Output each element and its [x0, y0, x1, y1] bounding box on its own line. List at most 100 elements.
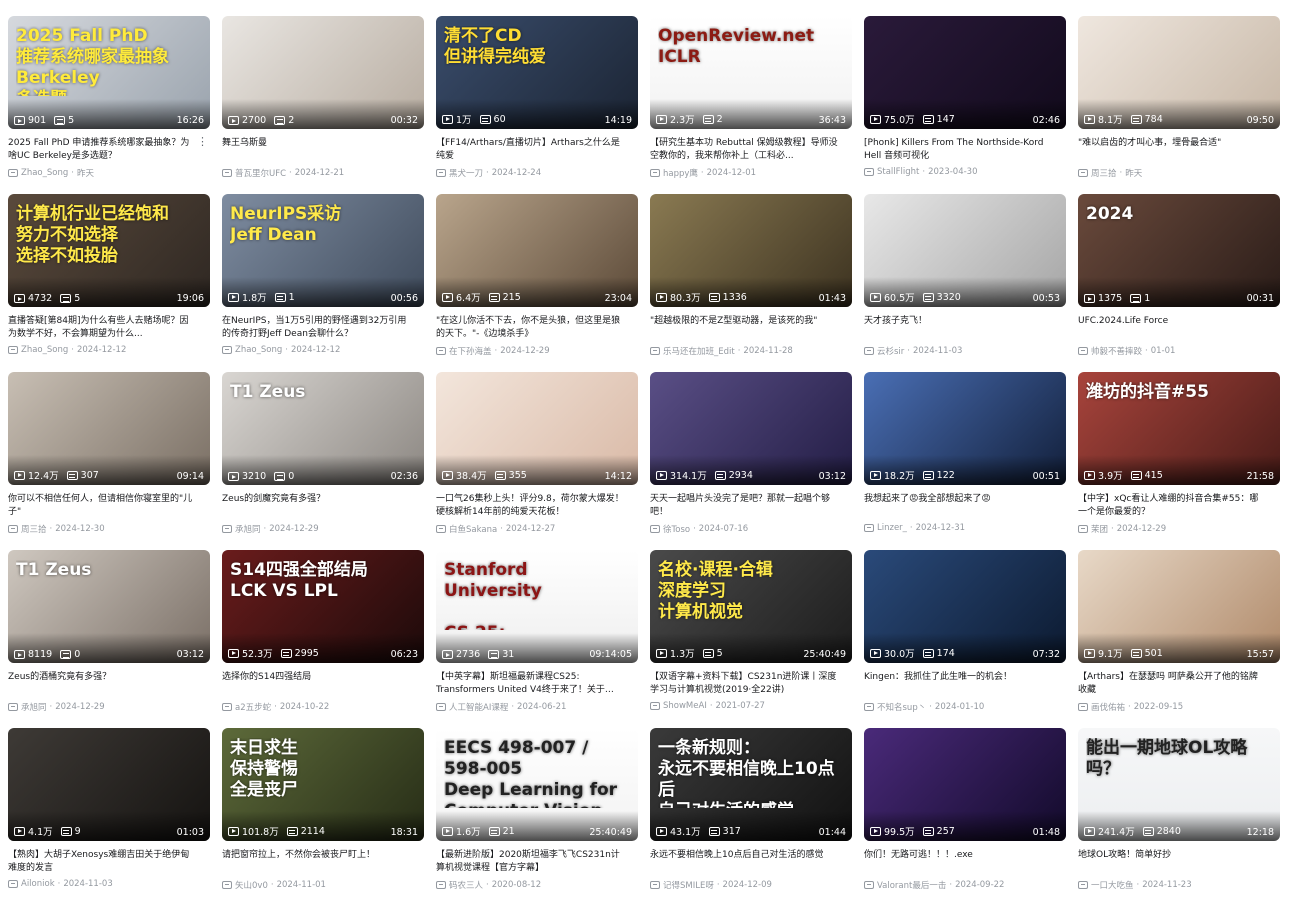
- video-meta[interactable]: 记得SMILE呀 · 2024-12-09: [650, 879, 852, 891]
- video-thumbnail[interactable]: 38.4万 355 14:12: [436, 372, 638, 485]
- video-thumbnail[interactable]: T1 Zeus 8119 0 03:12: [8, 550, 210, 663]
- video-meta[interactable]: 矢山0v0 · 2024-11-01: [222, 879, 424, 891]
- video-card[interactable]: 4.1万 9 01:03 【熟肉】大胡子Xenosys难绷吉田关于绝伊甸难度的发…: [8, 728, 210, 906]
- video-thumbnail[interactable]: T1 Zeus 3210 0 02:36: [222, 372, 424, 485]
- video-title[interactable]: "超越极限的不是Z型驱动器，是该死的我": [650, 315, 852, 340]
- video-card[interactable]: 60.5万 3320 00:53 天才孩子克飞！ 云杉sir · 2024-11…: [864, 194, 1066, 372]
- uploader-name[interactable]: 普瓦里尔UFC: [235, 167, 286, 179]
- uploader-name[interactable]: 一口大吃鱼: [1091, 879, 1134, 891]
- video-card[interactable]: 名校·课程·合辑 深度学习 计算机视觉 1.3万 5 25:40:49 【双语字…: [650, 550, 852, 728]
- uploader-name[interactable]: Zhao_Song: [235, 345, 282, 355]
- video-card[interactable]: 能出一期地球OL攻略吗？ 急 241.4万 2840 12:18 地球OL攻略！…: [1078, 728, 1280, 906]
- video-thumbnail[interactable]: 6.4万 215 23:04: [436, 194, 638, 307]
- video-card[interactable]: 6.4万 215 23:04 "在这儿你活不下去，你不是头狼，但这里是狼的天下。…: [436, 194, 638, 372]
- video-card[interactable]: 12.4万 307 09:14 你可以不相信任何人，但请相信你寝室里的"儿子" …: [8, 372, 210, 550]
- video-meta[interactable]: ShowMeAI · 2021-07-27: [650, 701, 852, 711]
- uploader-name[interactable]: 画伐佑祐: [1091, 701, 1125, 713]
- video-title[interactable]: 【Arthars】在瑟瑟吗 呵萨桑公开了他的铭牌收藏: [1078, 671, 1280, 696]
- video-card[interactable]: 2025 Fall PhD 推荐系统哪家最抽象 Berkeley 多选题 901…: [8, 16, 210, 194]
- video-meta[interactable]: Ailoniok · 2024-11-03: [8, 879, 210, 889]
- video-meta[interactable]: 周三拾 · 2024-12-30: [8, 523, 210, 535]
- uploader-name[interactable]: 乐马还在加班_Edit: [663, 345, 735, 357]
- video-thumbnail[interactable]: 314.1万 2934 03:12: [650, 372, 852, 485]
- video-title[interactable]: 我想起来了😡我全部想起来了😡: [864, 493, 1066, 518]
- video-thumbnail[interactable]: 80.3万 1336 01:43: [650, 194, 852, 307]
- video-meta[interactable]: 周三拾 · 昨天: [1078, 167, 1280, 179]
- video-title[interactable]: 直播答疑[第84期]为什么有些人去赌场呢？因为数学不好，不会算期望为什么...: [8, 315, 210, 340]
- video-title[interactable]: Zeus的剑魔究竟有多强？: [222, 493, 424, 518]
- video-thumbnail[interactable]: 潍坊的抖音#55 3.9万 415 21:58: [1078, 372, 1280, 485]
- video-title[interactable]: 天天一起唱片头没完了是吧？那就一起唱个够吧！: [650, 493, 852, 518]
- video-title[interactable]: 【研究生基本功 Rebuttal 保姆级教程】导师没空教你的，我来帮你补上（工科…: [650, 137, 852, 162]
- video-title[interactable]: 【双语字幕+资料下载】CS231n进阶课丨深度学习与计算机视觉(2019·全22…: [650, 671, 852, 696]
- video-thumbnail[interactable]: 9.1万 501 15:57: [1078, 550, 1280, 663]
- video-thumbnail[interactable]: 清不了CD 但讲得完纯爱 1万 60 14:19: [436, 16, 638, 129]
- video-title[interactable]: 【FF14/Arthars/直播切片】Arthars之什么是纯爱: [436, 137, 638, 162]
- uploader-name[interactable]: 云杉sir: [877, 345, 904, 357]
- video-card[interactable]: 99.5万 257 01:48 你们！无路可逃！！！.exe Valorant最…: [864, 728, 1066, 906]
- video-title[interactable]: 【最新进阶版】2020斯坦福李飞飞CS231n计算机视觉课程【官方字幕】: [436, 849, 638, 874]
- video-card[interactable]: NeurIPS采访 Jeff Dean 1.8万 1 00:56 在NeurIP…: [222, 194, 424, 372]
- uploader-name[interactable]: 承旭同: [235, 523, 261, 535]
- uploader-name[interactable]: Ailoniok: [21, 879, 55, 889]
- video-thumbnail[interactable]: 99.5万 257 01:48: [864, 728, 1066, 841]
- uploader-name[interactable]: 白鱼Sakana: [449, 523, 497, 535]
- video-card[interactable]: 8.1万 784 09:50 "难以启齿的才叫心事，埋骨最合适" 周三拾 · 昨…: [1078, 16, 1280, 194]
- video-title[interactable]: 你们！无路可逃！！！.exe: [864, 849, 1066, 874]
- video-meta[interactable]: Zhao_Song · 2024-12-12: [222, 345, 424, 355]
- uploader-name[interactable]: 承旭同: [21, 701, 47, 713]
- video-card[interactable]: 75.0万 147 02:46 [Phonk] Killers From The…: [864, 16, 1066, 194]
- video-meta[interactable]: 码农三人 · 2020-08-12: [436, 879, 638, 891]
- video-meta[interactable]: 云杉sir · 2024-11-03: [864, 345, 1066, 357]
- uploader-name[interactable]: Zhao_Song: [21, 168, 68, 178]
- video-title[interactable]: 【熟肉】大胡子Xenosys难绷吉田关于绝伊甸难度的发言: [8, 849, 210, 874]
- video-meta[interactable]: 不知名sup丶 · 2024-01-10: [864, 701, 1066, 713]
- video-card[interactable]: Stanford University CS 25: Transformers …: [436, 550, 638, 728]
- video-title[interactable]: UFC.2024.Life Force: [1078, 315, 1280, 340]
- video-card[interactable]: 9.1万 501 15:57 【Arthars】在瑟瑟吗 呵萨桑公开了他的铭牌收…: [1078, 550, 1280, 728]
- video-card[interactable]: T1 Zeus 8119 0 03:12 Zeus的酒桶究竟有多强？ 承旭同 ·…: [8, 550, 210, 728]
- uploader-name[interactable]: 茉团: [1091, 523, 1108, 535]
- video-thumbnail[interactable]: 30.0万 174 07:32: [864, 550, 1066, 663]
- video-card[interactable]: 一条新规则： 永远不要相信晚上10点后 自己对生活的感觉 43.1万 317 0…: [650, 728, 852, 906]
- uploader-name[interactable]: a2五步蛇: [235, 701, 271, 713]
- uploader-name[interactable]: 徐Toso: [663, 523, 690, 535]
- video-meta[interactable]: StallFlight · 2023-04-30: [864, 167, 1066, 177]
- video-title[interactable]: Kingen：我抓住了此生唯一的机会！: [864, 671, 1066, 696]
- uploader-name[interactable]: 人工智能AI课程: [449, 701, 508, 713]
- video-card[interactable]: EECS 498-007 / 598-005 Deep Learning for…: [436, 728, 638, 906]
- video-meta[interactable]: 画伐佑祐 · 2022-09-15: [1078, 701, 1280, 713]
- uploader-name[interactable]: ShowMeAI: [663, 701, 707, 711]
- uploader-name[interactable]: 周三拾: [21, 523, 47, 535]
- video-thumbnail[interactable]: 18.2万 122 00:51: [864, 372, 1066, 485]
- video-thumbnail[interactable]: EECS 498-007 / 598-005 Deep Learning for…: [436, 728, 638, 841]
- video-meta[interactable]: Zhao_Song · 昨天: [8, 167, 210, 179]
- video-title[interactable]: 选择你的S14四强结局: [222, 671, 424, 696]
- more-options-icon[interactable]: ⋮: [197, 136, 208, 147]
- video-title[interactable]: 一口气26集秒上头！评分9.8，荷尔蒙大爆发！硬核解析14年前的纯爱天花板！: [436, 493, 638, 518]
- video-thumbnail[interactable]: 能出一期地球OL攻略吗？ 急 241.4万 2840 12:18: [1078, 728, 1280, 841]
- uploader-name[interactable]: StallFlight: [877, 167, 919, 177]
- video-card[interactable]: S14四强全部结局 LCK VS LPL 52.3万 2995 06:23 选择…: [222, 550, 424, 728]
- video-thumbnail[interactable]: 12.4万 307 09:14: [8, 372, 210, 485]
- video-thumbnail[interactable]: 2024 1375 1 00:31: [1078, 194, 1280, 307]
- video-card[interactable]: 潍坊的抖音#55 3.9万 415 21:58 【中字】xQc看让人难绷的抖音合…: [1078, 372, 1280, 550]
- video-meta[interactable]: 黑犬一刀 · 2024-12-24: [436, 167, 638, 179]
- video-card[interactable]: 38.4万 355 14:12 一口气26集秒上头！评分9.8，荷尔蒙大爆发！硬…: [436, 372, 638, 550]
- video-title[interactable]: 请把窗帘拉上，不然你会被丧尸盯上！: [222, 849, 424, 874]
- video-title[interactable]: 【中英字幕】斯坦福最新课程CS25: Transformers United V…: [436, 671, 638, 696]
- video-title[interactable]: Zeus的酒桶究竟有多强？: [8, 671, 210, 696]
- video-thumbnail[interactable]: 末日求生 保持警惕 全是丧尸 101.8万 2114 18:31: [222, 728, 424, 841]
- video-thumbnail[interactable]: 名校·课程·合辑 深度学习 计算机视觉 1.3万 5 25:40:49: [650, 550, 852, 663]
- video-thumbnail[interactable]: 2025 Fall PhD 推荐系统哪家最抽象 Berkeley 多选题 901…: [8, 16, 210, 129]
- video-thumbnail[interactable]: S14四强全部结局 LCK VS LPL 52.3万 2995 06:23: [222, 550, 424, 663]
- video-card[interactable]: 计算机行业已经饱和 努力不如选择 选择不如投胎 4732 5 19:06 直播答…: [8, 194, 210, 372]
- video-title[interactable]: 2025 Fall PhD 申请推荐系统哪家最抽象？为啥UC Berkeley是…: [8, 137, 210, 162]
- uploader-name[interactable]: 黑犬一刀: [449, 167, 483, 179]
- video-thumbnail[interactable]: 75.0万 147 02:46: [864, 16, 1066, 129]
- video-title[interactable]: 地球OL攻略！简单好抄: [1078, 849, 1280, 874]
- video-card[interactable]: 18.2万 122 00:51 我想起来了😡我全部想起来了😡 Linzer_ ·…: [864, 372, 1066, 550]
- video-title[interactable]: 你可以不相信任何人，但请相信你寝室里的"儿子": [8, 493, 210, 518]
- video-title[interactable]: [Phonk] Killers From The Northside-Kord …: [864, 137, 1066, 162]
- uploader-name[interactable]: Zhao_Song: [21, 345, 68, 355]
